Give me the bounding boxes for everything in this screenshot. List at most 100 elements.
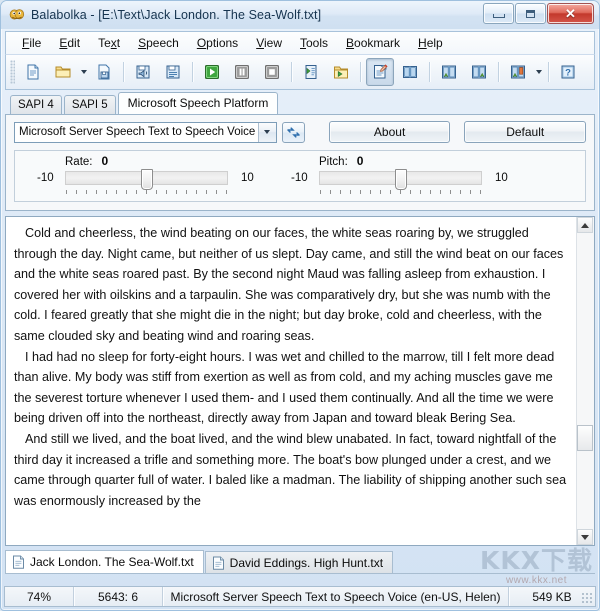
status-current-voice: Microsoft Server Speech Text to Speech V… (163, 587, 509, 606)
file-tab-label: Jack London. The Sea-Wolf.txt (30, 555, 194, 569)
scroll-up-button[interactable] (577, 217, 593, 233)
status-progress-percent: 74% (5, 587, 74, 606)
edit-document-icon (374, 64, 388, 79)
close-button[interactable]: ✕ (547, 3, 594, 24)
menu-item-help[interactable]: Help (409, 34, 452, 52)
status-bar: 74% 5643: 6 Microsoft Server Speech Text… (4, 586, 596, 607)
window-controls: ✕ (482, 3, 594, 24)
chevron-down-icon (80, 70, 87, 74)
pitch-label: Pitch: 0 (319, 154, 364, 168)
about-button[interactable]: About (328, 121, 451, 143)
stop-icon (265, 65, 279, 79)
editor-paragraph: I had had no sleep for forty-eight hours… (14, 349, 555, 426)
rate-pitch-group: Rate: 0 -10 10 Pitch: 0 -10 10 (14, 150, 586, 202)
scroll-down-button[interactable] (577, 529, 593, 545)
stop-button[interactable] (258, 58, 286, 86)
folder-play-icon (334, 66, 348, 79)
tab-microsoft-speech-platform[interactable]: Microsoft Speech Platform (117, 92, 279, 114)
rate-slider[interactable] (65, 169, 228, 195)
pitch-slider-thumb[interactable] (395, 169, 407, 190)
file-tab-sea-wolf[interactable]: Jack London. The Sea-Wolf.txt (5, 550, 204, 573)
resize-grip[interactable] (581, 592, 593, 604)
menu-item-text[interactable]: Text (89, 34, 129, 52)
maximize-button[interactable] (515, 3, 546, 24)
pitch-slider-block: Pitch: 0 -10 10 (291, 151, 541, 201)
application-window: Balabolka - [E:\Text\Jack London. The Se… (0, 0, 600, 611)
pitch-slider[interactable] (319, 169, 482, 195)
play-button[interactable] (198, 58, 226, 86)
file-tab-high-hunt[interactable]: David Eddings. High Hunt.txt (204, 551, 394, 573)
voice-select-value: Microsoft Server Speech Text to Speech V… (19, 126, 269, 138)
pitch-max-label: 10 (495, 172, 508, 184)
pitch-min-label: -10 (291, 172, 308, 184)
rate-value: 0 (101, 154, 109, 168)
help-button[interactable]: ? (554, 58, 582, 86)
toolbar-separator (123, 62, 124, 82)
save-file-button[interactable] (90, 58, 118, 86)
new-document-button[interactable] (19, 58, 47, 86)
menu-item-bookmark[interactable]: Bookmark (337, 34, 409, 52)
book-open-icon (403, 66, 417, 78)
bookmark-add-icon (442, 65, 456, 79)
help-icon: ? (561, 65, 575, 79)
voice-select-arrow[interactable] (257, 122, 276, 142)
tab-sapi-4[interactable]: SAPI 4 (10, 95, 62, 114)
rate-label: Rate: 0 (65, 154, 109, 168)
pause-button[interactable] (228, 58, 256, 86)
play-icon (205, 65, 219, 79)
scrollbar-thumb[interactable] (577, 425, 593, 451)
pause-icon (235, 65, 249, 79)
bookmark-list-button[interactable] (504, 58, 532, 86)
toolbar-separator (548, 62, 549, 82)
close-icon: ✕ (565, 6, 576, 21)
save-audio-file-button[interactable] (129, 58, 157, 86)
speech-settings-panel: Microsoft Server Speech Text to Speech V… (5, 114, 595, 211)
toolbar-separator (498, 62, 499, 82)
title-bar: Balabolka - [E:\Text\Jack London. The Se… (1, 1, 599, 29)
toolbar-separator (291, 62, 292, 82)
refresh-voices-button[interactable] (281, 121, 305, 143)
bookmark-goto-icon (472, 65, 486, 79)
svg-text:?: ? (565, 68, 571, 79)
open-file-tabs: Jack London. The Sea-Wolf.txt David Eddi… (5, 549, 595, 574)
bookmark-list-dropdown[interactable] (533, 59, 544, 85)
minimize-button[interactable] (483, 3, 514, 24)
menu-item-view[interactable]: View (247, 34, 291, 52)
maximize-icon (526, 9, 535, 18)
split-audio-file-button[interactable] (159, 58, 187, 86)
document-icon (13, 555, 24, 569)
menu-item-tools[interactable]: Tools (291, 34, 337, 52)
read-folder-button[interactable] (327, 58, 355, 86)
edit-text-button[interactable] (366, 58, 394, 86)
two-page-view-button[interactable] (396, 58, 424, 86)
file-tab-label: David Eddings. High Hunt.txt (229, 555, 384, 570)
add-bookmark-button[interactable] (435, 58, 463, 86)
menu-item-options[interactable]: Options (188, 34, 247, 52)
menu-item-file[interactable]: FFileile (13, 34, 50, 52)
text-editor[interactable]: Cold and cheerless, the wind beating on … (6, 217, 576, 545)
voice-select[interactable]: Microsoft Server Speech Text to Speech V… (14, 121, 277, 143)
new-document-icon (27, 64, 39, 80)
chevron-down-icon (264, 130, 271, 134)
chevron-down-icon (535, 70, 542, 74)
default-button[interactable]: Default (464, 121, 587, 143)
open-folder-icon (55, 66, 71, 78)
window-title: Balabolka - [E:\Text\Jack London. The Se… (31, 8, 322, 22)
tab-sapi-5[interactable]: SAPI 5 (63, 95, 116, 114)
read-clipboard-button[interactable] (297, 58, 325, 86)
open-file-dropdown[interactable] (78, 59, 89, 85)
goto-bookmark-button[interactable] (465, 58, 493, 86)
open-file-button[interactable] (49, 58, 77, 86)
toolbar-grip[interactable] (10, 60, 15, 84)
editor-vertical-scrollbar[interactable] (576, 217, 594, 545)
menu-item-edit[interactable]: Edit (50, 34, 89, 52)
toolbar-separator (192, 62, 193, 82)
text-editor-area: Cold and cheerless, the wind beating on … (5, 216, 595, 546)
rate-slider-thumb[interactable] (141, 169, 153, 190)
scroll-down-arrow-icon (581, 534, 589, 540)
editor-paragraph: Cold and cheerless, the wind beating on … (14, 226, 564, 343)
rate-min-label: -10 (37, 172, 54, 184)
refresh-icon (286, 126, 300, 138)
menu-item-speech[interactable]: Speech (129, 34, 188, 52)
split-audio-icon (166, 65, 180, 79)
